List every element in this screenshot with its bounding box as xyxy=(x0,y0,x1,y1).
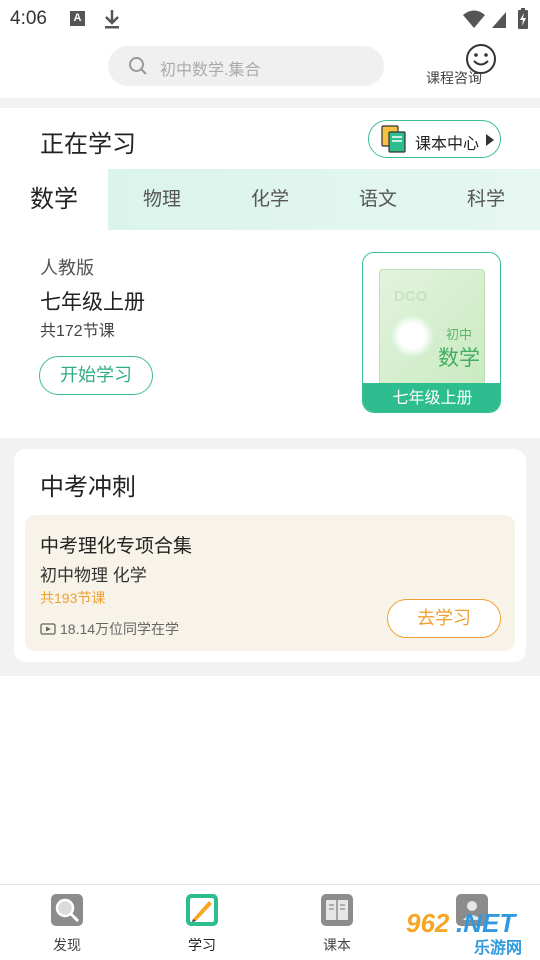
watermark-number: 962 xyxy=(406,908,450,938)
textbook-center-button[interactable]: 课本中心 xyxy=(368,120,501,158)
book-grade-band: 七年级上册 xyxy=(363,383,500,412)
nav-label-textbook: 课本 xyxy=(323,937,351,953)
tab-physics[interactable]: 物理 xyxy=(108,169,216,230)
magnifier-icon xyxy=(51,894,83,926)
textbook-stack-icon xyxy=(381,125,406,153)
course-collection-card[interactable]: 中考理化专项合集 初中物理 化学 共193节课 18.14万位同学在学 去学习 xyxy=(25,515,515,651)
tab-science[interactable]: 科学 xyxy=(432,169,540,230)
textbook-center-label: 课本中心 xyxy=(415,136,480,153)
go-learn-button[interactable]: 去学习 xyxy=(387,599,501,638)
book-logo: DCO xyxy=(394,288,428,305)
wifi-icon xyxy=(463,10,485,28)
textbook-grade: 七年级上册 xyxy=(40,291,145,314)
status-time: 4:06 xyxy=(10,8,47,29)
tab-math[interactable]: 数学 xyxy=(0,169,108,230)
nav-textbook[interactable]: 课本 xyxy=(302,891,372,957)
section-title-learning: 正在学习 xyxy=(40,131,136,158)
tab-chemistry[interactable]: 化学 xyxy=(216,169,324,230)
exam-sprint-card: 中考冲刺 中考理化专项合集 初中物理 化学 共193节课 18.14万位同学在学… xyxy=(14,449,526,662)
book-level: 初中 xyxy=(446,327,473,342)
collection-lesson-count: 共193节课 xyxy=(40,590,106,606)
video-play-icon xyxy=(40,623,56,635)
lesson-count: 共172节课 xyxy=(40,323,115,340)
battery-charging-icon xyxy=(518,8,528,29)
book-circle-decoration xyxy=(390,314,434,358)
subject-tabs: 数学 物理 化学 语文 科学 xyxy=(0,169,540,230)
signal-icon xyxy=(492,12,506,28)
nav-learn[interactable]: 学习 xyxy=(167,891,237,957)
download-icon xyxy=(105,10,119,29)
search-placeholder: 初中数学.集合 xyxy=(160,62,261,79)
pencil-notebook-icon xyxy=(186,894,218,926)
book-subject: 数学 xyxy=(438,347,480,370)
course-consult-button[interactable]: 课程咨询 xyxy=(424,42,504,92)
site-watermark: 962 .NET 乐游网 xyxy=(400,908,536,957)
collection-title: 中考理化专项合集 xyxy=(40,536,193,557)
textbook-edition: 人教版 xyxy=(40,258,94,278)
collection-learners: 18.14万位同学在学 xyxy=(40,619,179,639)
status-bar: 4:06 A xyxy=(0,0,540,38)
textbook-cover[interactable]: DCO 初中 数学 七年级上册 xyxy=(362,252,501,413)
book-icon xyxy=(321,894,353,926)
tab-chinese[interactable]: 语文 xyxy=(324,169,432,230)
start-learning-button[interactable]: 开始学习 xyxy=(39,356,153,395)
a-notification-icon: A xyxy=(70,11,85,26)
arrow-right-icon xyxy=(486,134,494,146)
learners-count: 18.14万位同学在学 xyxy=(60,621,180,637)
search-header: 初中数学.集合 课程咨询 xyxy=(0,38,540,98)
consult-label: 课程咨询 xyxy=(426,70,482,86)
book-cover-art: DCO 初中 数学 xyxy=(379,269,485,387)
collection-subjects: 初中物理 化学 xyxy=(40,566,147,585)
nav-discover[interactable]: 发现 xyxy=(32,891,102,957)
watermark-subtitle: 乐游网 xyxy=(474,940,523,957)
section-title-sprint: 中考冲刺 xyxy=(40,474,136,501)
nav-label-learn: 学习 xyxy=(188,937,216,953)
empty-content-area xyxy=(0,676,540,884)
search-icon xyxy=(129,57,147,75)
currently-learning-card: 正在学习 课本中心 数学 物理 化学 语文 科学 人教版 七年级上册 共172节… xyxy=(0,108,540,438)
nav-label-discover: 发现 xyxy=(53,937,81,953)
search-input[interactable]: 初中数学.集合 xyxy=(108,46,384,86)
